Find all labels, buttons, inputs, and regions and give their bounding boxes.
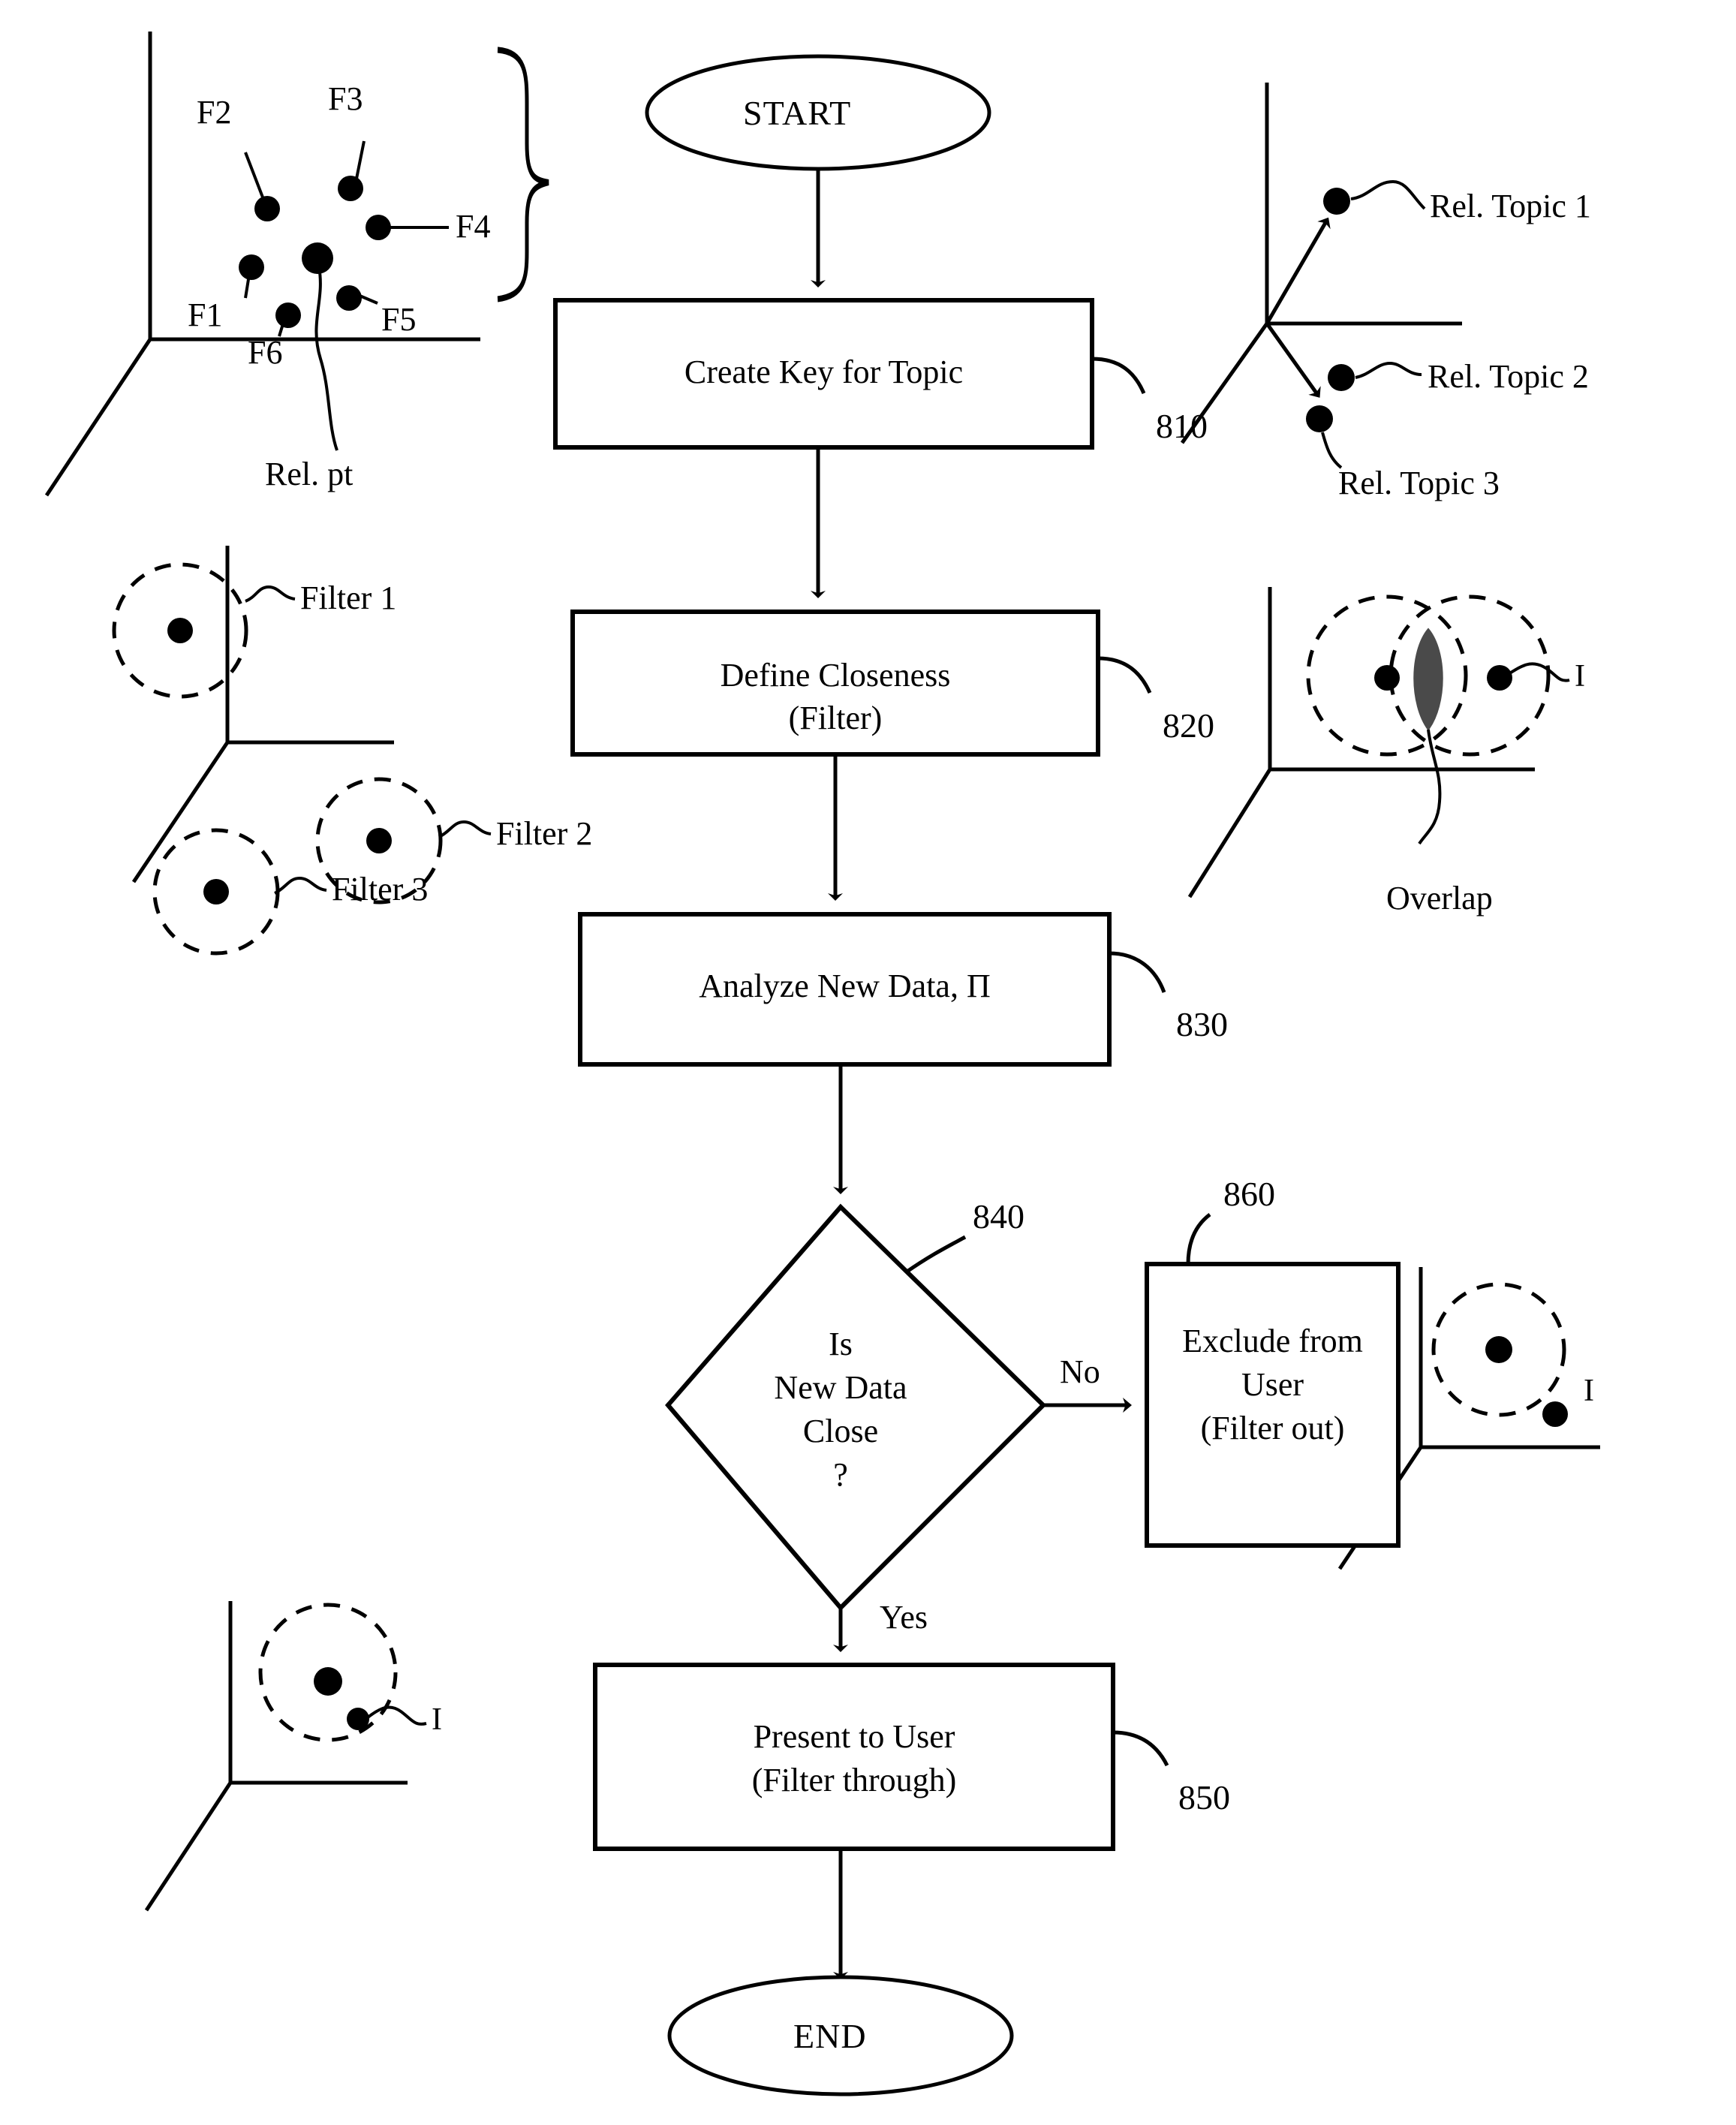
node-label-820-line1: Define Closeness bbox=[720, 657, 951, 694]
feature-point-label-f1: F1 bbox=[188, 296, 223, 333]
topic-points bbox=[1306, 188, 1355, 432]
edge-label-yes: Yes bbox=[880, 1599, 928, 1636]
filter-out-item-label: I bbox=[1584, 1374, 1594, 1408]
node-label-840-line1: Is bbox=[829, 1326, 853, 1362]
node-label-850-line1: Present to User bbox=[753, 1718, 955, 1755]
diagram-vector-layer bbox=[44, 32, 1600, 2096]
ref-leader-860 bbox=[1186, 1213, 1211, 1265]
node-label-830: Analyze New Data, Π bbox=[699, 968, 991, 1004]
filter-through-leader bbox=[366, 1705, 427, 1726]
node-label-860-line2: User bbox=[1241, 1366, 1304, 1403]
node-label-810: Create Key for Topic bbox=[684, 354, 964, 390]
node-label-840-line2: New Data bbox=[774, 1369, 907, 1406]
ref-number-820: 820 bbox=[1163, 706, 1214, 745]
edge-label-no: No bbox=[1060, 1353, 1100, 1390]
node-label-850-line2: (Filter through) bbox=[751, 1762, 957, 1798]
feature-points bbox=[239, 176, 391, 328]
ref-leader-820 bbox=[1097, 656, 1152, 694]
filter-through-axes bbox=[144, 1601, 408, 1912]
feature-point-label-f5: F5 bbox=[381, 301, 417, 338]
overlap-label: Overlap bbox=[1386, 880, 1493, 917]
ref-number-810: 810 bbox=[1156, 407, 1208, 445]
ref-number-840: 840 bbox=[973, 1197, 1024, 1236]
overlap-item-label: I bbox=[1575, 659, 1585, 694]
ref-leader-830 bbox=[1109, 951, 1166, 993]
relevance-point-label: Rel. pt bbox=[265, 456, 354, 492]
topic-vectors bbox=[1265, 217, 1331, 398]
figure-canvas: F2 F3 F4 F1 F6 F5 Rel. pt Rel. Topic 1 R… bbox=[0, 0, 1736, 2125]
overlap-centers bbox=[1374, 665, 1512, 691]
ref-number-860: 860 bbox=[1223, 1175, 1275, 1213]
filter-label-1: Filter 1 bbox=[300, 579, 397, 616]
node-box-860 bbox=[1145, 1262, 1401, 1548]
topic-axes bbox=[1180, 83, 1462, 444]
filter-label-2: Filter 2 bbox=[496, 815, 593, 852]
start-label: START bbox=[743, 94, 852, 132]
node-box-850 bbox=[593, 1663, 1115, 1851]
node-label-860-line3: (Filter out) bbox=[1200, 1410, 1345, 1446]
filter-through-item-label: I bbox=[432, 1702, 442, 1737]
ref-number-850: 850 bbox=[1178, 1778, 1230, 1816]
ref-leader-850 bbox=[1112, 1730, 1169, 1767]
end-label: END bbox=[793, 2017, 867, 2055]
node-diamond-840 bbox=[665, 1203, 1047, 1612]
topic-label-1: Rel. Topic 1 bbox=[1430, 188, 1591, 224]
feature-brace bbox=[497, 47, 549, 302]
ref-number-830: 830 bbox=[1176, 1005, 1228, 1043]
node-label-860-line1: Exclude from bbox=[1182, 1323, 1363, 1359]
feature-point-label-f3: F3 bbox=[328, 80, 363, 117]
feature-point-label-f2: F2 bbox=[197, 94, 232, 131]
filter-label-3: Filter 3 bbox=[332, 871, 429, 907]
filter-centers bbox=[167, 618, 392, 904]
node-label-820-line2: (Filter) bbox=[788, 700, 883, 736]
filter-through-points bbox=[314, 1667, 369, 1730]
feature-point-label-f6: F6 bbox=[248, 334, 283, 371]
overlap-axes bbox=[1187, 587, 1535, 898]
node-label-840-line3: Close bbox=[802, 1413, 879, 1449]
feature-point-label-f4: F4 bbox=[456, 208, 491, 245]
topic-label-2: Rel. Topic 2 bbox=[1428, 358, 1589, 395]
topic-label-3: Rel. Topic 3 bbox=[1338, 465, 1500, 501]
ref-leader-810 bbox=[1091, 357, 1146, 394]
overlap-region bbox=[1413, 628, 1443, 731]
node-label-840-line4: ? bbox=[833, 1456, 848, 1493]
ref-leader-840 bbox=[904, 1235, 967, 1275]
